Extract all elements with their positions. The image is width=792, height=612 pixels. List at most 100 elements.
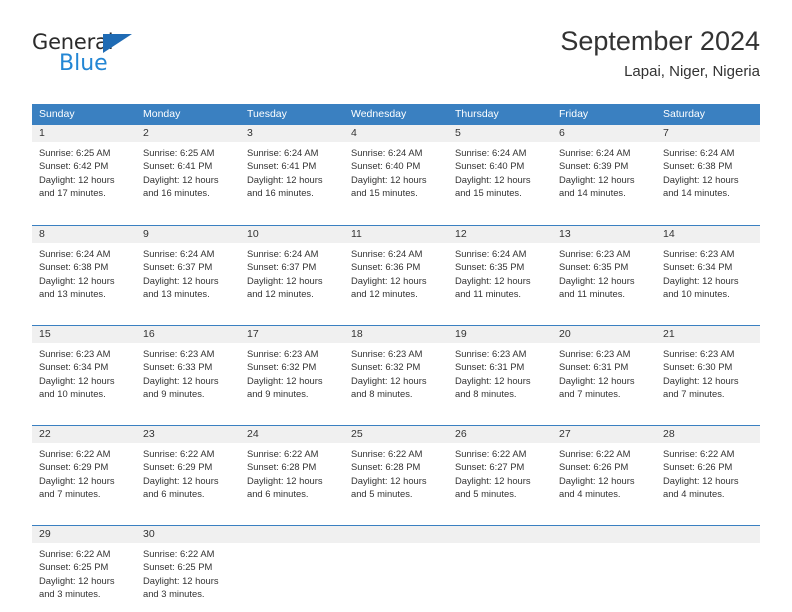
daylight-text-line1: Daylight: 12 hours [247, 474, 323, 486]
day-number: 18 [344, 326, 448, 343]
day-info: Sunrise: 6:24 AM Sunset: 6:37 PM Daylight:… [136, 243, 240, 301]
day-cell[interactable]: 18 Sunrise: 6:23 AM Sunset: 6:32 PM Dayligh… [344, 326, 448, 415]
daylight-text-line1: Daylight: 12 hours [39, 474, 115, 486]
day-cell[interactable]: 4 Sunrise: 6:24 AM Sunset: 6:40 PM Daylight… [344, 125, 448, 215]
day-cell[interactable]: 17 Sunrise: 6:23 AM Sunset: 6:32 PM Dayligh… [240, 326, 344, 415]
daylight-text-line2: and 11 minutes. [455, 288, 522, 300]
daylight-text-line2: and 17 minutes. [39, 187, 106, 199]
daylight-text-line2: and 5 minutes. [455, 488, 517, 500]
generalblue-logo[interactable]: General Blue [32, 32, 152, 88]
day-cell[interactable]: 12 Sunrise: 6:24 AM Sunset: 6:35 PM Dayligh… [448, 226, 552, 315]
sunset-text: Sunset: 6:40 PM [351, 160, 421, 172]
daylight-text-line2: and 3 minutes. [39, 588, 101, 600]
daylight-text-line2: and 11 minutes. [559, 288, 626, 300]
daylight-text-line1: Daylight: 12 hours [663, 474, 739, 486]
day-cell[interactable]: 19 Sunrise: 6:23 AM Sunset: 6:31 PM Dayligh… [448, 326, 552, 415]
day-cell[interactable]: 2 Sunrise: 6:25 AM Sunset: 6:41 PM Daylight… [136, 125, 240, 215]
day-cell[interactable]: 10 Sunrise: 6:24 AM Sunset: 6:37 PM Dayligh… [240, 226, 344, 315]
day-info: Sunrise: 6:22 AM Sunset: 6:27 PM Daylight:… [448, 443, 552, 501]
daylight-text-line2: and 10 minutes. [39, 388, 106, 400]
day-info: Sunrise: 6:23 AM Sunset: 6:35 PM Daylight:… [552, 243, 656, 301]
sunset-text: Sunset: 6:38 PM [39, 261, 109, 273]
sunrise-text: Sunrise: 6:24 AM [351, 147, 423, 158]
day-number: 21 [656, 326, 760, 343]
daylight-text-line2: and 12 minutes. [351, 288, 418, 300]
day-info: Sunrise: 6:24 AM Sunset: 6:38 PM Daylight:… [656, 142, 760, 200]
day-cell[interactable]: 24 Sunrise: 6:22 AM Sunset: 6:28 PM Dayligh… [240, 426, 344, 515]
day-cell[interactable]: 5 Sunrise: 6:24 AM Sunset: 6:40 PM Daylight… [448, 125, 552, 215]
day-cell-empty [552, 526, 656, 612]
day-cell[interactable]: 25 Sunrise: 6:22 AM Sunset: 6:28 PM Dayligh… [344, 426, 448, 515]
daylight-text-line1: Daylight: 12 hours [39, 374, 115, 386]
day-number: 8 [32, 226, 136, 243]
daylight-text-line2: and 15 minutes. [351, 187, 418, 199]
day-cell[interactable]: 27 Sunrise: 6:22 AM Sunset: 6:26 PM Dayligh… [552, 426, 656, 515]
sunrise-text: Sunrise: 6:23 AM [559, 248, 631, 259]
day-info: Sunrise: 6:24 AM Sunset: 6:39 PM Daylight:… [552, 142, 656, 200]
day-cell[interactable]: 30 Sunrise: 6:22 AM Sunset: 6:25 PM Dayligh… [136, 526, 240, 612]
sunset-text: Sunset: 6:33 PM [143, 361, 213, 373]
sunrise-text: Sunrise: 6:24 AM [39, 248, 111, 259]
day-cell[interactable]: 11 Sunrise: 6:24 AM Sunset: 6:36 PM Dayligh… [344, 226, 448, 315]
day-cell[interactable]: 29 Sunrise: 6:22 AM Sunset: 6:25 PM Dayligh… [32, 526, 136, 612]
sunset-text: Sunset: 6:28 PM [247, 461, 317, 473]
day-info: Sunrise: 6:24 AM Sunset: 6:36 PM Daylight:… [344, 243, 448, 301]
day-cell[interactable]: 9 Sunrise: 6:24 AM Sunset: 6:37 PM Daylight… [136, 226, 240, 315]
sunrise-text: Sunrise: 6:22 AM [247, 448, 319, 459]
sunrise-text: Sunrise: 6:22 AM [663, 448, 735, 459]
day-number: 4 [344, 125, 448, 142]
sunrise-text: Sunrise: 6:23 AM [559, 348, 631, 359]
day-cell[interactable]: 3 Sunrise: 6:24 AM Sunset: 6:41 PM Daylight… [240, 125, 344, 215]
sunrise-text: Sunrise: 6:25 AM [39, 147, 111, 158]
day-cell[interactable]: 7 Sunrise: 6:24 AM Sunset: 6:38 PM Daylight… [656, 125, 760, 215]
day-cell[interactable]: 28 Sunrise: 6:22 AM Sunset: 6:26 PM Dayligh… [656, 426, 760, 515]
day-cell[interactable]: 26 Sunrise: 6:22 AM Sunset: 6:27 PM Dayligh… [448, 426, 552, 515]
day-cell[interactable]: 6 Sunrise: 6:24 AM Sunset: 6:39 PM Daylight… [552, 125, 656, 215]
sunrise-text: Sunrise: 6:24 AM [455, 147, 527, 158]
day-cell[interactable]: 1 Sunrise: 6:25 AM Sunset: 6:42 PM Daylight… [32, 125, 136, 215]
day-info: Sunrise: 6:23 AM Sunset: 6:31 PM Daylight:… [448, 343, 552, 401]
sunrise-text: Sunrise: 6:22 AM [143, 448, 215, 459]
weekday-wednesday: Wednesday [351, 108, 407, 120]
daylight-text-line1: Daylight: 12 hours [663, 374, 739, 386]
day-info: Sunrise: 6:25 AM Sunset: 6:42 PM Daylight:… [32, 142, 136, 200]
daylight-text-line2: and 9 minutes. [247, 388, 309, 400]
day-cell[interactable]: 21 Sunrise: 6:23 AM Sunset: 6:30 PM Dayligh… [656, 326, 760, 415]
day-cell[interactable]: 14 Sunrise: 6:23 AM Sunset: 6:34 PM Dayligh… [656, 226, 760, 315]
day-number: 9 [136, 226, 240, 243]
day-cell[interactable]: 20 Sunrise: 6:23 AM Sunset: 6:31 PM Dayligh… [552, 326, 656, 415]
daylight-text-line2: and 7 minutes. [663, 388, 725, 400]
sunrise-text: Sunrise: 6:22 AM [39, 448, 111, 459]
week-row: 8 Sunrise: 6:24 AM Sunset: 6:38 PM Daylight… [32, 225, 760, 315]
sunrise-text: Sunrise: 6:23 AM [663, 248, 735, 259]
day-cell-empty [344, 526, 448, 612]
sunset-text: Sunset: 6:28 PM [351, 461, 421, 473]
page-header: General Blue September 2024 Lapai, Niger… [32, 24, 760, 94]
day-cell[interactable]: 16 Sunrise: 6:23 AM Sunset: 6:33 PM Dayligh… [136, 326, 240, 415]
daylight-text-line2: and 4 minutes. [559, 488, 621, 500]
sunset-text: Sunset: 6:29 PM [143, 461, 213, 473]
week-spacer [32, 215, 760, 225]
sunrise-text: Sunrise: 6:25 AM [143, 147, 215, 158]
sunrise-text: Sunrise: 6:24 AM [247, 248, 319, 259]
daylight-text-line2: and 3 minutes. [143, 588, 205, 600]
day-cell[interactable]: 23 Sunrise: 6:22 AM Sunset: 6:29 PM Dayligh… [136, 426, 240, 515]
daylight-text-line2: and 14 minutes. [663, 187, 730, 199]
sunrise-text: Sunrise: 6:22 AM [143, 548, 215, 559]
day-number: 11 [344, 226, 448, 243]
sunrise-text: Sunrise: 6:24 AM [351, 248, 423, 259]
daylight-text-line1: Daylight: 12 hours [663, 274, 739, 286]
day-cell[interactable]: 13 Sunrise: 6:23 AM Sunset: 6:35 PM Dayligh… [552, 226, 656, 315]
day-cell[interactable]: 8 Sunrise: 6:24 AM Sunset: 6:38 PM Daylight… [32, 226, 136, 315]
day-number: 12 [448, 226, 552, 243]
day-number: 2 [136, 125, 240, 142]
sunrise-text: Sunrise: 6:23 AM [455, 348, 527, 359]
daylight-text-line1: Daylight: 12 hours [247, 374, 323, 386]
day-info: Sunrise: 6:24 AM Sunset: 6:40 PM Daylight:… [448, 142, 552, 200]
day-cell[interactable]: 22 Sunrise: 6:22 AM Sunset: 6:29 PM Dayligh… [32, 426, 136, 515]
logo-text-general: General [32, 30, 114, 54]
day-cell[interactable]: 15 Sunrise: 6:23 AM Sunset: 6:34 PM Dayligh… [32, 326, 136, 415]
sunset-text: Sunset: 6:35 PM [455, 261, 525, 273]
daylight-text-line2: and 12 minutes. [247, 288, 314, 300]
daylight-text-line1: Daylight: 12 hours [455, 274, 531, 286]
